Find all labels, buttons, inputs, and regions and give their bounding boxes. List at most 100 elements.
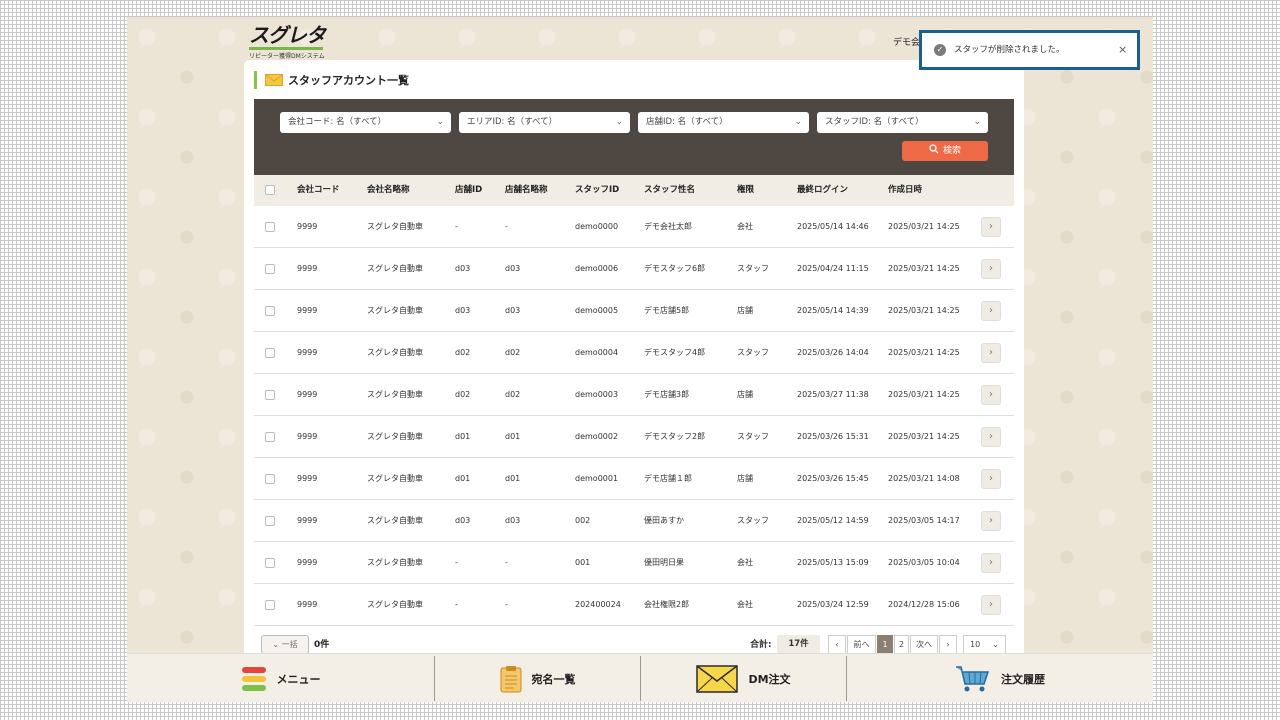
page-2-button[interactable]: 2	[894, 635, 909, 654]
table-row[interactable]: 9999 スグレタ自動車 d03 d03 demo0005 デモ店舗5郎 店舗 …	[254, 290, 1014, 332]
chevron-right-icon: ›	[989, 557, 993, 568]
table-row[interactable]: 9999 スグレタ自動車 d01 d01 demo0002 デモスタッフ2郎 ス…	[254, 416, 1014, 458]
cell-last-login: 2025/03/27 11:38	[797, 390, 869, 399]
chevron-down-icon: ⌄	[794, 117, 802, 127]
store-filter-select[interactable]: 店舗ID: 名（すべて） ⌄	[638, 112, 809, 133]
cell-company-code: 9999	[297, 222, 318, 231]
row-detail-button[interactable]: ›	[981, 427, 1001, 447]
header-role[interactable]: 権限	[737, 175, 754, 206]
table-row[interactable]: 9999 スグレタ自動車 - - 001 優田明日果 会社 2025/05/13…	[254, 542, 1014, 584]
cell-company-name: スグレタ自動車	[367, 390, 423, 399]
row-checkbox[interactable]	[265, 600, 275, 610]
row-checkbox[interactable]	[265, 390, 275, 400]
table-row[interactable]: 9999 スグレタ自動車 d03 d03 002 優田あすか スタッフ 2025…	[254, 500, 1014, 542]
cell-company-name: スグレタ自動車	[367, 432, 423, 441]
envelope-icon	[696, 664, 739, 693]
cell-staff-id: demo0002	[575, 432, 619, 441]
company-filter-value: 会社コード: 名（すべて）	[288, 117, 387, 127]
page-prev-button[interactable]: 前へ	[847, 635, 876, 654]
cell-last-login: 2025/04/24 11:15	[797, 264, 869, 273]
row-detail-button[interactable]: ›	[981, 469, 1001, 489]
header-store-name[interactable]: 店舗名略称	[505, 175, 548, 206]
header-staff-id[interactable]: スタッフID	[575, 175, 619, 206]
row-checkbox[interactable]	[265, 306, 275, 316]
chevron-right-icon: ›	[989, 305, 993, 316]
row-checkbox[interactable]	[265, 516, 275, 526]
header-company-name[interactable]: 会社名略称	[367, 175, 410, 206]
area-filter-select[interactable]: エリアID: 名（すべて） ⌄	[459, 112, 630, 133]
cell-store-name: -	[505, 558, 508, 567]
row-checkbox[interactable]	[265, 222, 275, 232]
app-logo[interactable]: スグレタ リピーター獲得DMシステム	[249, 25, 329, 60]
staff-filter-select[interactable]: スタッフID: 名（すべて） ⌄	[817, 112, 988, 133]
company-filter-select[interactable]: 会社コード: 名（すべて） ⌄	[280, 112, 451, 133]
table-row[interactable]: 9999 スグレタ自動車 d02 d02 demo0003 デモ店舗3郎 店舗 …	[254, 374, 1014, 416]
select-all-checkbox[interactable]	[265, 185, 275, 195]
header-last-login[interactable]: 最終ログイン	[797, 175, 848, 206]
bulk-action-select[interactable]: ⌄ 一括	[261, 635, 309, 654]
cell-last-login: 2025/03/26 15:31	[797, 432, 869, 441]
cell-store-id: d03	[455, 264, 471, 273]
row-detail-button[interactable]: ›	[981, 385, 1001, 405]
page-1-button[interactable]: 1	[877, 635, 893, 654]
row-checkbox[interactable]	[265, 474, 275, 484]
table-row[interactable]: 9999 スグレタ自動車 d01 d01 demo0001 デモ店舗１郎 店舗 …	[254, 458, 1014, 500]
header-staff-name[interactable]: スタッフ性名	[644, 175, 695, 206]
cell-role: スタッフ	[737, 348, 769, 357]
close-icon[interactable]: ×	[1118, 33, 1127, 67]
cell-staff-name: デモ店舗１郎	[644, 474, 692, 483]
table-row[interactable]: 9999 スグレタ自動車 - - 202400024 会社権限2郎 会社 202…	[254, 584, 1014, 626]
chevron-right-icon: ›	[989, 389, 993, 400]
cell-last-login: 2025/03/26 14:04	[797, 348, 869, 357]
cell-staff-id: demo0001	[575, 474, 619, 483]
row-detail-button[interactable]: ›	[981, 301, 1001, 321]
row-detail-button[interactable]: ›	[981, 553, 1001, 573]
cell-store-name: d02	[505, 390, 521, 399]
cell-store-id: d02	[455, 348, 471, 357]
cell-last-login: 2025/05/13 15:09	[797, 558, 869, 567]
nav-addresses[interactable]: 宛名一覧	[435, 654, 640, 702]
page-next-arrow[interactable]: ›	[939, 635, 957, 654]
per-page-select[interactable]: 10 ⌄	[963, 635, 1006, 654]
nav-menu[interactable]: メニュー	[127, 654, 434, 702]
table-row[interactable]: 9999 スグレタ自動車 d02 d02 demo0004 デモスタッフ4郎 ス…	[254, 332, 1014, 374]
page-next-button[interactable]: 次へ	[910, 635, 938, 654]
search-button[interactable]: 検索	[902, 141, 988, 161]
row-checkbox[interactable]	[265, 432, 275, 442]
title-accent-bar	[254, 71, 257, 89]
user-company-label[interactable]: デモ会	[893, 35, 920, 48]
check-circle-icon: ✓	[934, 44, 946, 56]
search-icon	[929, 144, 939, 154]
table-row[interactable]: 9999 スグレタ自動車 - - demo0000 デモ会社太郎 会社 2025…	[254, 206, 1014, 248]
nav-order-history[interactable]: 注文履歴	[847, 654, 1153, 702]
store-filter-value: 店舗ID: 名（すべて）	[646, 117, 728, 127]
toast-message: スタッフが削除されました。	[954, 45, 1065, 55]
menu-icon	[241, 666, 266, 691]
table-row[interactable]: 9999 スグレタ自動車 d03 d03 demo0006 デモスタッフ6郎 ス…	[254, 248, 1014, 290]
header-company-code[interactable]: 会社コード	[297, 175, 340, 206]
chevron-down-icon: ⌄	[436, 117, 444, 127]
nav-dm-order[interactable]: DM注文	[641, 654, 846, 702]
clipboard-icon	[500, 665, 521, 692]
cell-staff-name: デモスタッフ6郎	[644, 264, 706, 273]
cell-company-code: 9999	[297, 600, 318, 609]
cell-last-login: 2025/03/26 15:45	[797, 474, 869, 483]
cell-role: 会社	[737, 222, 753, 231]
row-detail-button[interactable]: ›	[981, 259, 1001, 279]
header-created-at[interactable]: 作成日時	[888, 175, 922, 206]
cell-company-code: 9999	[297, 306, 318, 315]
header-store-id[interactable]: 店舗ID	[455, 175, 482, 206]
row-checkbox[interactable]	[265, 264, 275, 274]
filter-panel: 会社コード: 名（すべて） ⌄ エリアID: 名（すべて） ⌄ 店舗ID: 名（…	[254, 99, 1014, 175]
row-detail-button[interactable]: ›	[981, 595, 1001, 615]
page-prev-arrow[interactable]: ‹	[828, 635, 846, 654]
cell-created-at: 2025/03/21 14:25	[888, 348, 960, 357]
row-checkbox[interactable]	[265, 558, 275, 568]
row-detail-button[interactable]: ›	[981, 511, 1001, 531]
chevron-down-icon: ⌄	[973, 117, 981, 127]
cell-staff-id: demo0006	[575, 264, 619, 273]
row-detail-button[interactable]: ›	[981, 343, 1001, 363]
row-detail-button[interactable]: ›	[981, 217, 1001, 237]
cell-created-at: 2025/03/21 14:25	[888, 390, 960, 399]
row-checkbox[interactable]	[265, 348, 275, 358]
